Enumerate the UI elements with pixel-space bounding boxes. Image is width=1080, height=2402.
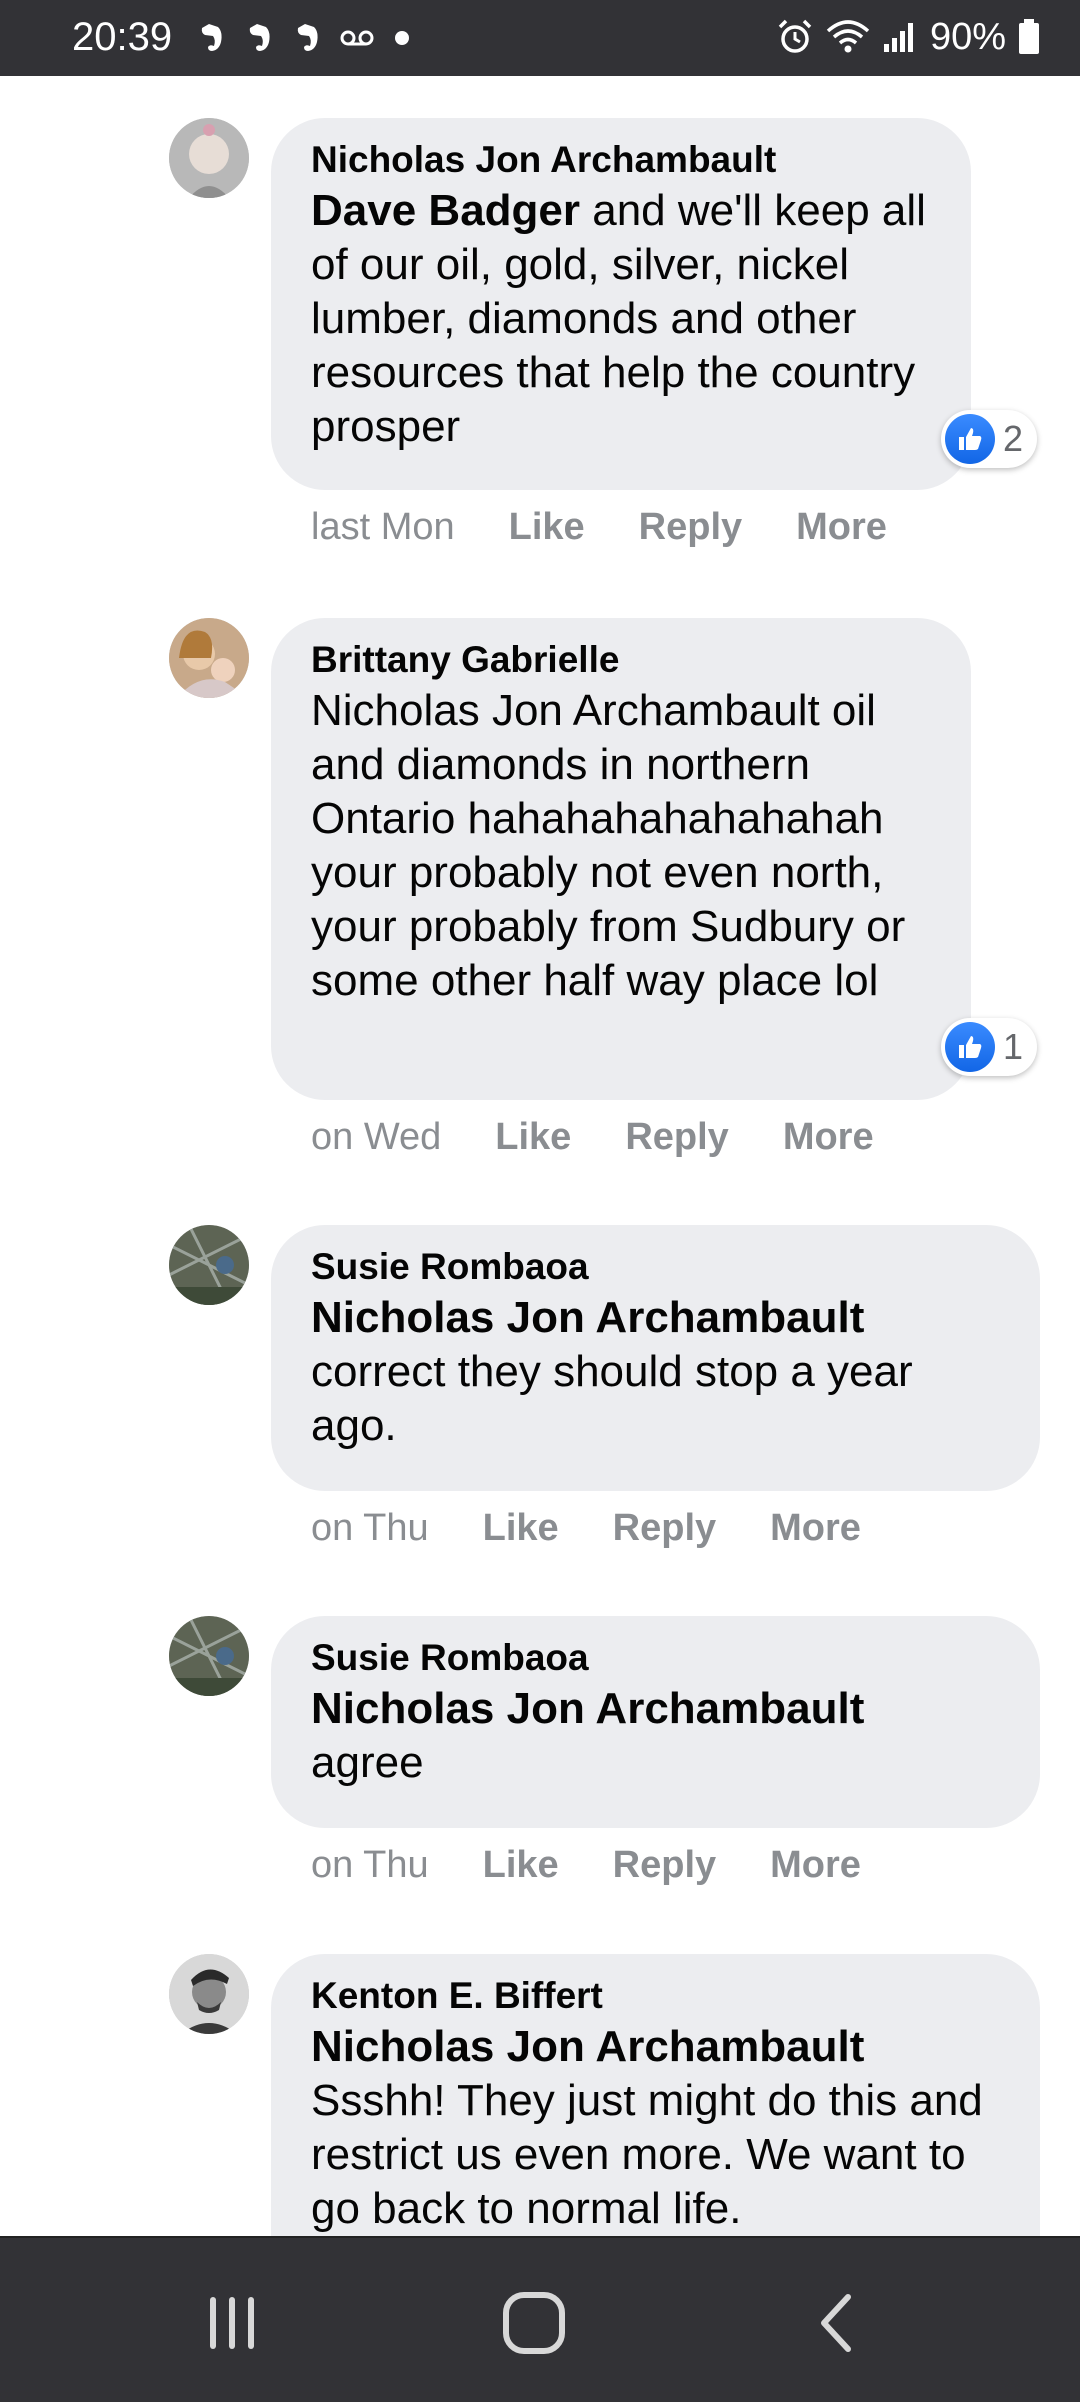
- reaction-count[interactable]: 2: [941, 410, 1038, 468]
- reply-button[interactable]: Reply: [613, 1503, 716, 1553]
- signal-icon: [883, 23, 913, 52]
- reply-button[interactable]: Reply: [639, 502, 742, 552]
- comment-time[interactable]: on Wed: [311, 1112, 441, 1162]
- comment-bubble[interactable]: Susie Rombaoa Nicholas Jon Archambault co…: [271, 1225, 1040, 1491]
- notification-icons: [196, 20, 412, 56]
- comment-text: Dave Badger and we'll keep all of our oi…: [311, 184, 931, 454]
- baby-photo-icon: [169, 118, 249, 198]
- reply-button[interactable]: Reply: [613, 1840, 716, 1890]
- comment-time[interactable]: last Mon: [311, 502, 455, 552]
- comment-bubble[interactable]: Susie Rombaoa Nicholas Jon Archambault ag…: [271, 1616, 1040, 1828]
- reaction-number: 2: [1003, 418, 1024, 459]
- avatar[interactable]: [169, 1954, 249, 2034]
- comment-text: Nicholas Jon Archambault Ssshh! They just…: [311, 2020, 1000, 2236]
- more-button[interactable]: More: [796, 502, 887, 552]
- like-button[interactable]: Like: [509, 502, 585, 552]
- comment-body: agree: [311, 1738, 424, 1787]
- profile-photo-icon: [169, 1954, 249, 2034]
- avatar[interactable]: [169, 1225, 249, 1305]
- recent-apps-icon: [210, 2297, 254, 2349]
- battery-percent: 90%: [929, 16, 1006, 58]
- reaction-count[interactable]: 1: [941, 1018, 1038, 1076]
- profile-photo-icon: [169, 618, 249, 698]
- comment-actions: last Mon Like Reply More: [311, 502, 887, 552]
- comment-author[interactable]: Nicholas Jon Archambault: [311, 136, 931, 184]
- profile-photo-icon: [169, 1616, 249, 1696]
- comment-author[interactable]: Susie Rombaoa: [311, 1243, 1000, 1291]
- reaction-number: 1: [1003, 1026, 1024, 1067]
- wifi-icon: [826, 20, 870, 53]
- avatar[interactable]: [169, 618, 249, 698]
- comment-actions: on Thu Like Reply More: [311, 1840, 861, 1890]
- mention-link[interactable]: Nicholas Jon Archambault: [311, 1682, 1000, 1736]
- comment-body: correct they should stop a year ago.: [311, 1347, 913, 1450]
- comment-author[interactable]: Susie Rombaoa: [311, 1634, 1000, 1682]
- comment-author[interactable]: Kenton E. Biffert: [311, 1972, 1000, 2020]
- comment-time[interactable]: on Thu: [311, 1503, 429, 1553]
- comment-author[interactable]: Brittany Gabrielle: [311, 636, 931, 684]
- comment-actions: on Wed Like Reply More: [311, 1112, 874, 1162]
- back-icon: [821, 2294, 851, 2352]
- reply-button[interactable]: Reply: [625, 1112, 728, 1162]
- mention-link[interactable]: Nicholas Jon Archambault: [311, 2020, 1000, 2074]
- avatar[interactable]: [169, 1616, 249, 1696]
- more-button[interactable]: More: [783, 1112, 874, 1162]
- alarm-icon: [778, 19, 812, 53]
- comment-bubble[interactable]: Nicholas Jon Archambault Dave Badger and…: [271, 118, 971, 490]
- like-reaction-icon: [945, 414, 995, 464]
- evernote-icon: [249, 24, 270, 51]
- back-button[interactable]: [797, 2290, 877, 2356]
- comment-time[interactable]: on Thu: [311, 1840, 429, 1890]
- comment-actions: on Thu Like Reply More: [311, 1503, 861, 1553]
- more-button[interactable]: More: [770, 1503, 861, 1553]
- navigation-bar: [0, 2236, 1080, 2402]
- comment-bubble[interactable]: Brittany Gabrielle Nicholas Jon Archamba…: [271, 618, 971, 1100]
- comment-text: Nicholas Jon Archambault correct they sho…: [311, 1291, 1000, 1453]
- status-bar: 20:39 90%: [0, 0, 1080, 76]
- comment-body: Ssshh! They just might do this and restr…: [311, 2076, 983, 2233]
- status-right: 90%: [776, 12, 1040, 62]
- evernote-icon: [297, 24, 318, 51]
- avatar[interactable]: [169, 118, 249, 198]
- more-button[interactable]: More: [770, 1840, 861, 1890]
- battery-icon: [1019, 19, 1039, 54]
- comment-feed: Nicholas Jon Archambault Dave Badger and…: [0, 76, 1080, 2236]
- comment-bubble[interactable]: Kenton E. Biffert Nicholas Jon Archambau…: [271, 1954, 1040, 2236]
- like-button[interactable]: Like: [483, 1503, 559, 1553]
- like-reaction-icon: [945, 1022, 995, 1072]
- dot-icon: [395, 31, 409, 45]
- comment-text: Nicholas Jon Archambault agree: [311, 1682, 1000, 1790]
- comment-body: Nicholas Jon Archambault oil and diamond…: [311, 686, 906, 1005]
- like-button[interactable]: Like: [495, 1112, 571, 1162]
- recent-apps-button[interactable]: [192, 2290, 272, 2356]
- profile-photo-icon: [169, 1225, 249, 1305]
- home-button[interactable]: [494, 2290, 574, 2356]
- mention-link[interactable]: Dave Badger: [311, 186, 580, 235]
- mention-link[interactable]: Nicholas Jon Archambault: [311, 1291, 1000, 1345]
- voicemail-icon: [340, 30, 374, 46]
- like-button[interactable]: Like: [483, 1840, 559, 1890]
- evernote-icon: [201, 24, 222, 51]
- home-icon: [503, 2292, 565, 2354]
- status-time: 20:39: [72, 15, 173, 59]
